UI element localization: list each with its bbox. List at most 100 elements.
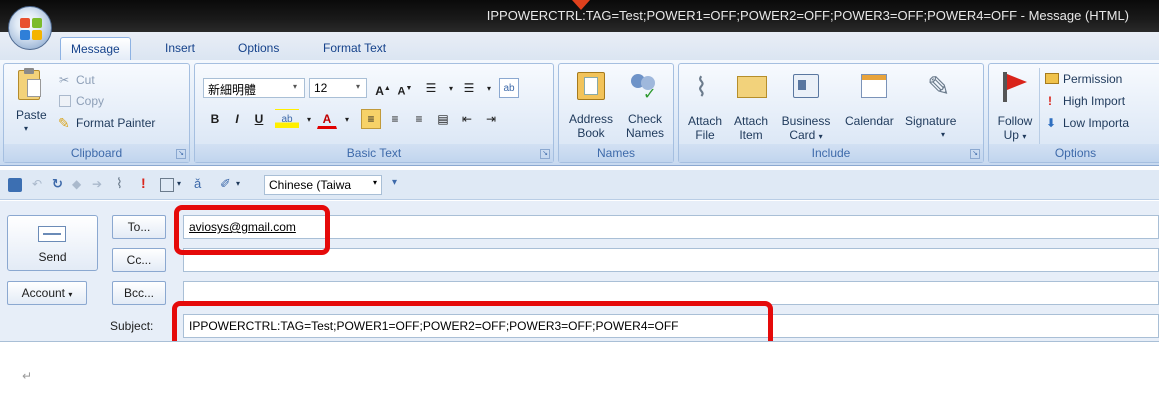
send-button[interactable]: Send — [7, 215, 98, 271]
font-name-box[interactable]: 新細明體 — [203, 78, 305, 98]
chevron-down-icon[interactable]: ▾ — [941, 128, 945, 142]
options-group: Follow Up ▾ Permission ! High Import ⬇ L… — [988, 63, 1159, 163]
check-names-button[interactable]: Check Names — [617, 112, 673, 140]
attach-item-label: Attach — [733, 114, 769, 128]
tab-options[interactable]: Options — [228, 37, 289, 60]
cc-field[interactable] — [183, 248, 1159, 272]
paperclip-icon[interactable]: ⌇ — [116, 175, 123, 192]
account-label: Account — [21, 286, 65, 300]
cc-button[interactable]: Cc... — [112, 248, 166, 272]
chevron-down-icon: ▾ — [372, 178, 377, 187]
paste-dropdown-icon[interactable]: ▾ — [24, 122, 28, 136]
highlight-icon[interactable]: ab — [275, 109, 299, 129]
basic-text-group-label: Basic Text — [195, 144, 553, 162]
account-button[interactable]: Account ▾ — [7, 281, 87, 305]
chevron-down-icon[interactable]: ▾ — [236, 179, 240, 188]
ribbon-tabs: Message Insert Options Format Text — [0, 32, 1159, 60]
quick-access-toolbar: ↶ ↻ ◆ ➔ ⌇ ! ▾ ǎ ✐ ▾ Chinese (Taiwa ▾ ▾ — [0, 170, 1159, 200]
address-book-button[interactable]: Address Book — [563, 112, 619, 140]
bullets-icon[interactable]: ☰ — [421, 78, 441, 98]
tab-message[interactable]: Message — [60, 37, 131, 60]
save-icon[interactable] — [8, 178, 22, 192]
names-group: Address Book ✓ Check Names Names — [558, 63, 674, 163]
options-group-label: Options — [989, 144, 1159, 162]
calendar-button[interactable]: Calendar — [845, 114, 894, 128]
chevron-down-icon[interactable]: ▾ — [479, 78, 499, 98]
dialog-launcher-icon[interactable]: ↘ — [970, 149, 980, 159]
dialog-launcher-icon[interactable]: ↘ — [540, 149, 550, 159]
align-left-icon[interactable]: ≡ — [361, 109, 381, 129]
align-right-icon[interactable]: ≡ — [409, 109, 429, 129]
arrow-right-icon[interactable]: ➔ — [92, 177, 102, 191]
attach-file-label: Attach — [687, 114, 723, 128]
attach-item-button[interactable]: Attach Item — [729, 114, 773, 142]
attach-file-button[interactable]: Attach File — [685, 114, 725, 142]
highlight-to-annotation — [174, 205, 330, 255]
copy-button[interactable]: Copy — [76, 94, 104, 108]
send-label: Send — [38, 250, 67, 264]
decrease-indent-icon[interactable]: ⇤ — [457, 109, 477, 129]
high-importance-button[interactable]: High Import — [1063, 94, 1125, 108]
increase-indent-icon[interactable]: ⇥ — [481, 109, 501, 129]
checkbox-icon[interactable] — [160, 178, 174, 192]
chevron-down-icon[interactable]: ▾ — [299, 109, 319, 129]
undo-icon[interactable]: ↶ — [32, 177, 42, 191]
calendar-icon — [861, 74, 887, 98]
align-center-icon[interactable]: ≡ — [385, 109, 405, 129]
shrink-font-icon[interactable]: A▼ — [395, 78, 415, 98]
format-painter-button[interactable]: Format Painter — [76, 116, 155, 130]
justify-icon[interactable]: ▤ — [433, 109, 453, 129]
tab-insert[interactable]: Insert — [155, 37, 205, 60]
bcc-button[interactable]: Bcc... — [112, 281, 166, 305]
address-book-label-2: Book — [577, 126, 605, 140]
customize-qat-icon[interactable]: ▾ — [392, 177, 397, 188]
include-group-label: Include — [679, 144, 983, 162]
redo-icon[interactable]: ↻ — [52, 176, 63, 192]
permission-icon — [1045, 73, 1059, 84]
business-card-icon — [793, 74, 819, 98]
arrow-up-icon[interactable]: ◆ — [72, 177, 81, 191]
underline-icon[interactable]: U — [249, 109, 269, 129]
dialog-launcher-icon[interactable]: ↘ — [176, 149, 186, 159]
message-body[interactable]: ↵ — [0, 341, 1159, 420]
chevron-down-icon: ▾ — [818, 132, 823, 141]
subject-label: Subject: — [110, 319, 154, 333]
business-card-label-2: Card ▾ — [777, 128, 835, 144]
numbering-icon[interactable]: ☰ — [459, 78, 479, 98]
basic-text-group: 新細明體 ▾ 12 ▾ A▲ A▼ ☰ ▾ ☰ ▾ ab B I U ab ▾ … — [194, 63, 554, 163]
low-importance-button[interactable]: Low Importa — [1063, 116, 1129, 130]
paragraph-mark-icon: ↵ — [22, 369, 33, 383]
permission-button[interactable]: Permission — [1063, 72, 1122, 86]
font-color-icon[interactable]: A — [317, 109, 337, 129]
tab-format-text[interactable]: Format Text — [313, 37, 396, 60]
business-card-button[interactable]: Business Card ▾ — [777, 114, 835, 144]
chevron-down-icon[interactable]: ▾ — [177, 179, 181, 188]
high-importance-icon[interactable]: ! — [141, 175, 146, 191]
office-button[interactable] — [8, 6, 52, 50]
paste-button[interactable]: Paste — [16, 108, 47, 122]
follow-up-button[interactable]: Follow Up ▾ — [993, 114, 1037, 144]
clipboard-group-label: Clipboard — [4, 144, 189, 162]
italic-icon[interactable]: I — [227, 109, 247, 129]
follow-up-label-2: Up ▾ — [993, 128, 1037, 144]
spelling-icon[interactable]: ǎ — [194, 176, 201, 191]
chevron-down-icon[interactable]: ▾ — [356, 82, 360, 91]
grow-font-icon[interactable]: A▲ — [373, 78, 393, 98]
styles-icon[interactable]: ab — [499, 78, 519, 98]
to-button[interactable]: To... — [112, 215, 166, 239]
follow-up-label: Follow — [997, 114, 1033, 128]
chevron-down-icon[interactable]: ▾ — [337, 109, 357, 129]
chevron-down-icon[interactable]: ▾ — [441, 78, 461, 98]
format-icon[interactable]: ✐ — [220, 176, 231, 192]
check-names-icon: ✓ — [629, 72, 659, 103]
chevron-down-icon[interactable]: ▾ — [293, 82, 297, 91]
signature-button[interactable]: Signature — [905, 114, 956, 128]
follow-up-label-text: Up — [1003, 128, 1019, 142]
language-dropdown[interactable]: Chinese (Taiwa ▾ — [264, 175, 382, 195]
bold-icon[interactable]: B — [205, 109, 225, 129]
message-header: Send To... aviosys@gmail.com Cc... Accou… — [0, 201, 1159, 353]
clipboard-group: Paste ▾ ✂ Cut Copy ✎ Format Painter Clip… — [3, 63, 190, 163]
cut-button[interactable]: Cut — [76, 73, 95, 87]
envelope-icon — [737, 76, 767, 98]
paste-icon — [18, 68, 41, 100]
